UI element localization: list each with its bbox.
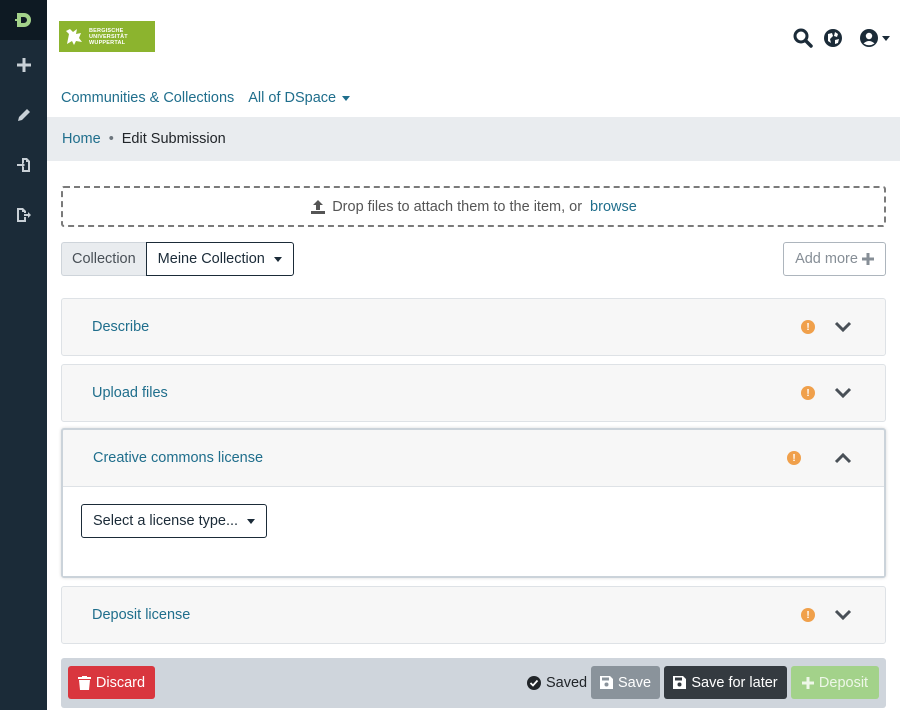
sidebar-import-button[interactable] (0, 140, 47, 190)
deposit-button[interactable]: Deposit (791, 666, 879, 699)
save-label: Save (617, 674, 652, 691)
license-type-dropdown[interactable]: Select a license type... (81, 504, 268, 538)
chevron-down-icon (342, 95, 351, 101)
section-cc-header[interactable]: Creative commons license ! (63, 430, 884, 486)
file-export-icon (16, 208, 31, 222)
section-describe: Describe ! (61, 298, 886, 356)
dspace-logo-icon (14, 13, 31, 27)
warning-icon: ! (801, 608, 815, 622)
user-menu[interactable] (859, 28, 890, 48)
university-logo[interactable]: BERGISCHE UNIVERSITÄT WUPPERTAL (59, 21, 155, 52)
floppy-disk-icon (599, 676, 613, 689)
collection-label: Collection (61, 242, 146, 276)
save-for-later-label: Save for later (691, 674, 778, 691)
section-upload-header[interactable]: Upload files ! (62, 365, 885, 421)
admin-sidebar (0, 0, 47, 710)
chevron-down-icon[interactable] (833, 605, 853, 625)
add-more-label: Add more (795, 251, 858, 267)
section-cc-body: Select a license type... (63, 486, 884, 576)
dropzone-text: Drop files to attach them to the item, o… (332, 198, 583, 215)
search-icon[interactable] (793, 28, 813, 48)
submission-footer: Discard Saved Save Save for later Deposi… (61, 658, 886, 708)
discard-label: Discard (95, 674, 146, 691)
sidebar-edit-button[interactable] (0, 90, 47, 140)
plus-icon (801, 676, 814, 689)
sidebar-new-button[interactable] (0, 40, 47, 90)
section-title: Describe (92, 319, 150, 335)
collection-dropdown[interactable]: Meine Collection (145, 242, 294, 276)
saved-status: Saved (527, 666, 587, 699)
upload-icon (311, 199, 326, 214)
nav-communities-link[interactable]: Communities & Collections (61, 90, 234, 106)
breadcrumb-home-link[interactable]: Home (62, 131, 101, 147)
warning-icon: ! (801, 320, 815, 334)
collection-selected-value: Meine Collection (157, 251, 265, 267)
chevron-up-icon[interactable] (833, 448, 853, 468)
save-button[interactable]: Save (591, 666, 660, 699)
browse-link[interactable]: browse (590, 199, 637, 215)
discard-button[interactable]: Discard (68, 666, 155, 699)
section-describe-header[interactable]: Describe ! (62, 299, 885, 355)
nav-all-of-dspace-dropdown[interactable]: All of DSpace (248, 90, 351, 106)
nav-all-of-dspace-label: All of DSpace (248, 90, 337, 106)
chevron-down-icon[interactable] (833, 383, 853, 403)
breadcrumb-separator: • (108, 131, 114, 147)
plus-icon (16, 58, 31, 72)
section-deposit-license: Deposit license ! (61, 586, 886, 644)
section-title: Deposit license (92, 607, 191, 623)
save-for-later-button[interactable]: Save for later (664, 666, 787, 699)
add-more-button[interactable]: Add more (783, 242, 886, 276)
chevron-down-icon (247, 518, 256, 524)
file-import-icon (16, 158, 30, 172)
sidebar-export-button[interactable] (0, 190, 47, 240)
pencil-icon (17, 109, 30, 121)
warning-icon: ! (787, 451, 801, 465)
breadcrumb-current: Edit Submission (121, 131, 226, 147)
header-icon-bar (793, 28, 890, 48)
user-icon (860, 29, 878, 47)
top-header: BERGISCHE UNIVERSITÄT WUPPERTAL (47, 0, 900, 76)
chevron-down-icon[interactable] (833, 317, 853, 337)
floppy-disk-icon (673, 676, 687, 689)
section-upload-files: Upload files ! (61, 364, 886, 422)
section-deposit-header[interactable]: Deposit license ! (62, 587, 885, 643)
main-nav: Communities & Collections All of DSpace (61, 90, 351, 106)
section-title: Upload files (92, 385, 168, 401)
plus-icon (861, 253, 874, 265)
trash-icon (77, 675, 91, 690)
collection-selector: Collection Meine Collection (61, 242, 294, 276)
warning-icon: ! (801, 386, 815, 400)
logo-text: BERGISCHE UNIVERSITÄT WUPPERTAL (89, 27, 128, 46)
breadcrumb: Home • Edit Submission (47, 117, 900, 161)
license-type-placeholder: Select a license type... (93, 513, 239, 529)
chevron-down-icon (882, 35, 890, 41)
check-circle-icon (527, 675, 541, 690)
deposit-label: Deposit (818, 674, 869, 691)
globe-icon[interactable] (823, 28, 843, 48)
section-cc-license: Creative commons license ! Select a lice… (61, 428, 886, 578)
section-title: Creative commons license (93, 450, 264, 466)
file-dropzone[interactable]: Drop files to attach them to the item, o… (61, 186, 886, 227)
dspace-logo[interactable] (0, 0, 47, 40)
chevron-down-icon (273, 256, 282, 262)
saved-label: Saved (546, 674, 588, 691)
lion-emblem-icon (66, 28, 82, 45)
